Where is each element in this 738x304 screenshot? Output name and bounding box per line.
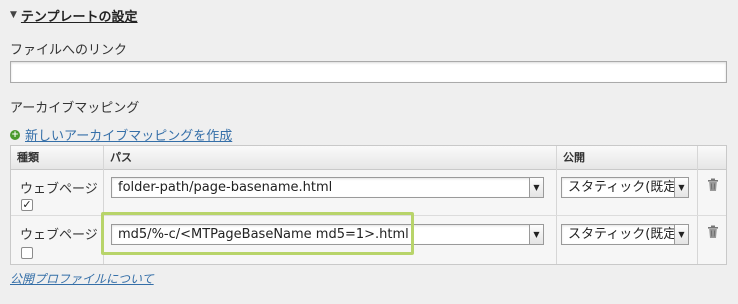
column-header-type: 種類 (17, 151, 39, 164)
column-divider (697, 146, 698, 264)
path-select-value: folder-path/page-basename.html (118, 180, 333, 195)
trash-icon[interactable] (707, 225, 719, 239)
publish-select-value: スタティック(既定) (568, 227, 682, 242)
path-select[interactable]: folder-path/page-basename.html ▼ (111, 177, 544, 198)
disclosure-triangle-icon[interactable]: ▼ (10, 10, 17, 20)
section-header[interactable]: ▼ テンプレートの設定 (10, 6, 138, 25)
highlight-box (101, 212, 414, 255)
select-arrow-icon[interactable]: ▼ (674, 225, 688, 244)
row-checkbox[interactable]: ✓ (21, 199, 33, 211)
select-arrow-icon[interactable]: ▼ (529, 178, 543, 197)
select-arrow-icon[interactable]: ▼ (529, 225, 543, 244)
row-type-label: ウェブページ (20, 228, 98, 243)
column-divider (556, 146, 557, 264)
archive-mapping-label: アーカイブマッピング (10, 101, 140, 116)
section-title[interactable]: テンプレートの設定 (21, 6, 138, 25)
select-arrow-icon[interactable]: ▼ (674, 178, 688, 197)
row-checkbox[interactable] (21, 247, 33, 259)
publish-select[interactable]: スタティック(既定) ▼ (561, 177, 689, 198)
row-type-label: ウェブページ (20, 182, 98, 197)
file-link-input[interactable] (10, 61, 727, 83)
new-archive-mapping-link[interactable]: + 新しいアーカイブマッピングを作成 (10, 125, 232, 144)
publish-select-value: スタティック(既定) (568, 180, 682, 195)
publish-select[interactable]: スタティック(既定) ▼ (561, 224, 689, 245)
table-header: 種類 パス 公開 (11, 146, 726, 170)
file-link-label: ファイルへのリンク (10, 43, 128, 58)
add-icon[interactable]: + (10, 129, 20, 140)
trash-icon[interactable] (707, 178, 719, 192)
column-header-publish: 公開 (563, 151, 585, 164)
column-header-path: パス (110, 151, 132, 164)
new-archive-mapping-text[interactable]: 新しいアーカイブマッピングを作成 (25, 125, 232, 144)
publishing-profile-link[interactable]: 公開プロファイルについて (10, 270, 154, 287)
